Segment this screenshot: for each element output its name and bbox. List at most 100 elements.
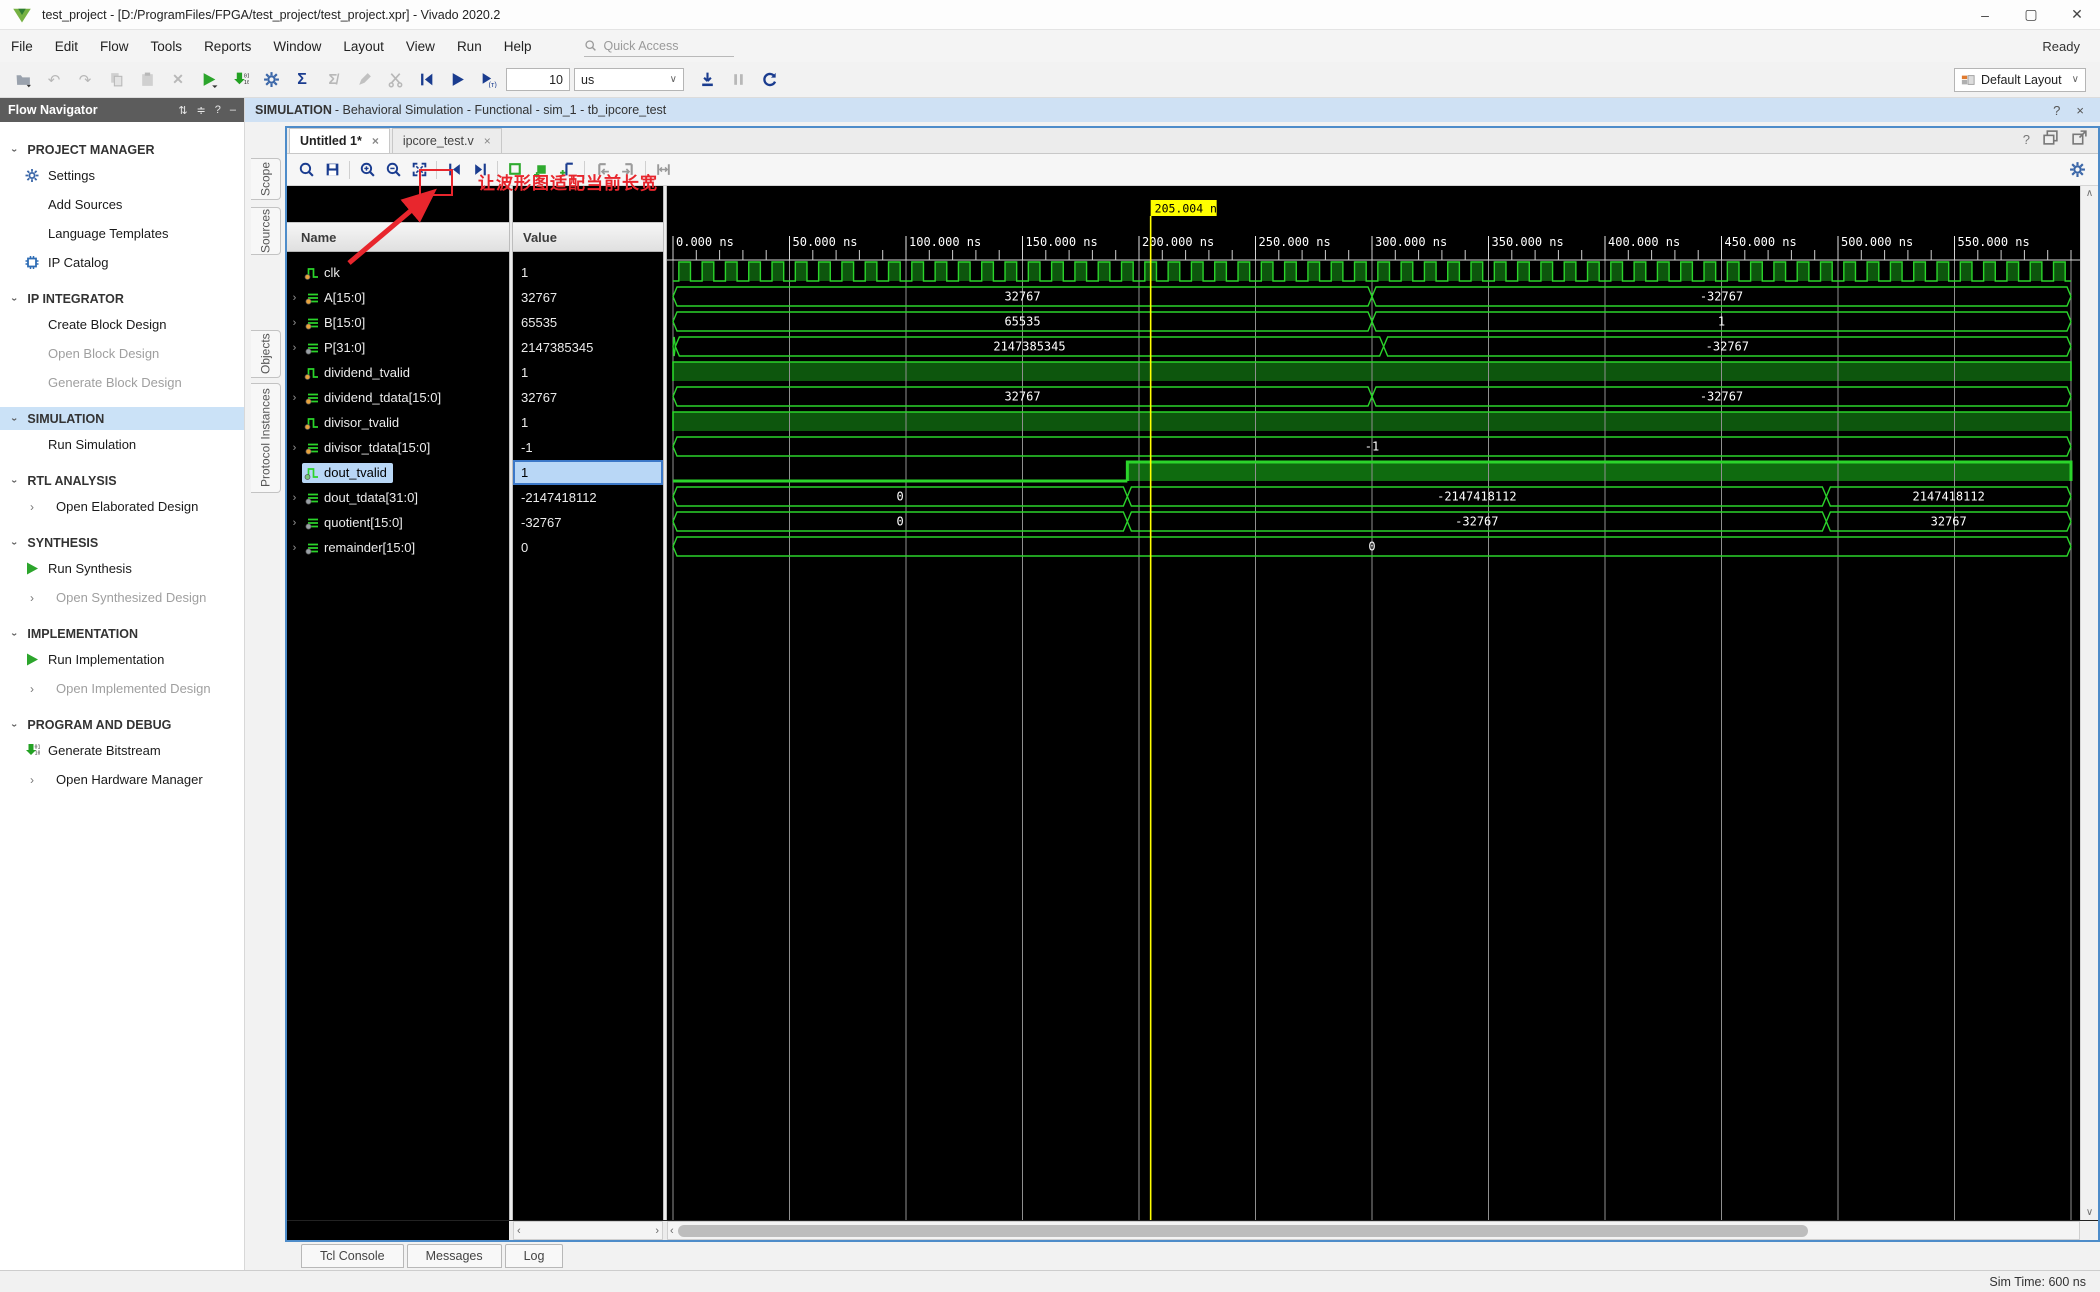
minimize-button[interactable]: – bbox=[1962, 0, 2008, 29]
side-tab-sources[interactable]: Sources bbox=[251, 207, 281, 255]
wave-tab-ipcore-test-v[interactable]: ipcore_test.v × bbox=[391, 128, 502, 153]
signal-row-p-31-0-[interactable]: › P[31:0] bbox=[287, 335, 509, 360]
signal-value-a-15-0-[interactable]: 32767 bbox=[513, 285, 663, 310]
menu-flow[interactable]: Flow bbox=[89, 30, 140, 62]
expand-chevron-icon[interactable]: › bbox=[287, 392, 302, 404]
expand-all-icon[interactable]: ≑ bbox=[197, 104, 206, 117]
menu-file[interactable]: File bbox=[0, 30, 44, 62]
minimize-panel-icon[interactable]: – bbox=[230, 104, 236, 117]
scroll-left-icon[interactable]: ‹ bbox=[517, 1225, 521, 1237]
flow-item-run-simulation[interactable]: Run Simulation bbox=[0, 430, 244, 459]
menu-window[interactable]: Window bbox=[262, 30, 332, 62]
signal-row-dividend-tvalid[interactable]: dividend_tvalid bbox=[287, 360, 509, 385]
signal-value-dout-tdata-31-0-[interactable]: -2147418112 bbox=[513, 485, 663, 510]
separator[interactable] bbox=[349, 160, 350, 179]
zoom-in-icon[interactable] bbox=[354, 158, 380, 182]
flow-section-ip-integrator[interactable]: ⌄ IP INTEGRATOR bbox=[0, 287, 244, 310]
layout-selector[interactable]: Default Layout ∨ bbox=[1954, 67, 2086, 92]
search-icon[interactable] bbox=[293, 158, 319, 182]
menu-reports[interactable]: Reports bbox=[193, 30, 262, 62]
flow-item-add-sources[interactable]: Add Sources bbox=[0, 190, 244, 219]
menu-help[interactable]: Help bbox=[493, 30, 543, 62]
flow-item-settings[interactable]: Settings bbox=[0, 161, 244, 190]
flow-section-program-and-debug[interactable]: ⌄ PROGRAM AND DEBUG bbox=[0, 713, 244, 736]
expand-chevron-icon[interactable]: › bbox=[287, 442, 302, 454]
expand-chevron-icon[interactable]: › bbox=[287, 292, 302, 304]
run-all-icon[interactable] bbox=[444, 67, 470, 93]
signal-row-dout-tvalid[interactable]: dout_tvalid bbox=[287, 460, 509, 485]
flow-section-project-manager[interactable]: ⌄ PROJECT MANAGER bbox=[0, 138, 244, 161]
wave-tab-icons[interactable]: ? bbox=[2023, 129, 2098, 153]
flow-section-synthesis[interactable]: ⌄ SYNTHESIS bbox=[0, 531, 244, 554]
expand-chevron-icon[interactable]: › bbox=[287, 542, 302, 554]
close-icon[interactable]: × bbox=[2076, 103, 2084, 118]
flow-item-open-hardware-manager[interactable]: › Open Hardware Manager bbox=[0, 765, 244, 794]
signal-row-remainder-15-0-[interactable]: › remainder[15:0] bbox=[287, 535, 509, 560]
console-tab-log[interactable]: Log bbox=[504, 1244, 564, 1268]
scrollbar-thumb[interactable] bbox=[677, 1224, 1808, 1237]
help-icon[interactable]: ? bbox=[2053, 103, 2060, 118]
expand-chevron-icon[interactable]: › bbox=[287, 342, 302, 354]
signal-value-dividend-tvalid[interactable]: 1 bbox=[513, 360, 663, 385]
signal-row-quotient-15-0-[interactable]: › quotient[15:0] bbox=[287, 510, 509, 535]
scroll-up-icon[interactable]: ∧ bbox=[2086, 188, 2093, 199]
step-icon[interactable] bbox=[694, 67, 720, 93]
signal-value-dividend-tdata-15-0-[interactable]: 32767 bbox=[513, 385, 663, 410]
signal-value-remainder-15-0-[interactable]: 0 bbox=[513, 535, 663, 560]
flow-section[interactable]: ⌄ PROJECT MANAGER Settings Add Sources Langu… bbox=[0, 138, 244, 277]
scroll-down-icon[interactable]: ∨ bbox=[2086, 1207, 2093, 1218]
side-tab-protocol-instances[interactable]: Protocol Instances bbox=[251, 383, 281, 493]
flow-section[interactable]: ⌄ RTL ANALYSIS › Open Elaborated Design bbox=[0, 469, 244, 521]
name-column-header[interactable]: Name bbox=[287, 222, 509, 252]
signal-value-clk[interactable]: 1 bbox=[513, 260, 663, 285]
wave-settings-gear-icon[interactable] bbox=[2064, 158, 2090, 182]
signal-row-clk[interactable]: clk bbox=[287, 260, 509, 285]
run-play-icon[interactable] bbox=[196, 67, 222, 93]
name-horizontal-scrollbar[interactable]: ‹ › bbox=[513, 1221, 663, 1240]
collapse-all-icon[interactable]: ⇅ bbox=[178, 104, 187, 117]
wave-tab-untitled-1-[interactable]: Untitled 1* × bbox=[289, 128, 390, 153]
run-time-input[interactable]: 10 bbox=[506, 68, 570, 91]
console-tab-tcl-console[interactable]: Tcl Console bbox=[301, 1244, 404, 1268]
expand-chevron-icon[interactable]: › bbox=[287, 492, 302, 504]
open-project-icon[interactable] bbox=[10, 67, 36, 93]
maximize-button[interactable]: ▢ bbox=[2008, 0, 2054, 29]
waveform-plot-area[interactable]: 0.000 ns 50.000 ns 100.000 ns 150.000 ns 200… bbox=[667, 186, 2080, 1220]
flow-section[interactable]: ⌄ IP INTEGRATOR Create Block Design Open Bl… bbox=[0, 287, 244, 397]
flow-section[interactable]: ⌄ SYNTHESIS Run Synthesis › Open Synthesized… bbox=[0, 531, 244, 612]
signal-value-divisor-tdata-15-0-[interactable]: -1 bbox=[513, 435, 663, 460]
flow-item-open-elaborated-design[interactable]: › Open Elaborated Design bbox=[0, 492, 244, 521]
signal-row-b-15-0-[interactable]: › B[15:0] bbox=[287, 310, 509, 335]
help-icon[interactable]: ? bbox=[2023, 132, 2030, 147]
flow-item-ip-catalog[interactable]: IP Catalog bbox=[0, 248, 244, 277]
quick-access-search[interactable]: Quick Access bbox=[584, 35, 735, 57]
flow-section[interactable]: ⌄ SIMULATION Run Simulation bbox=[0, 407, 244, 459]
close-button[interactable]: ✕ bbox=[2054, 0, 2100, 29]
flow-section[interactable]: ⌄ PROGRAM AND DEBUG 01 10 Generate Bitstream… bbox=[0, 713, 244, 794]
signal-row-divisor-tdata-15-0-[interactable]: › divisor_tdata[15:0] bbox=[287, 435, 509, 460]
signal-row-divisor-tvalid[interactable]: divisor_tvalid bbox=[287, 410, 509, 435]
flow-item-create-block-design[interactable]: Create Block Design bbox=[0, 310, 244, 339]
menu-run[interactable]: Run bbox=[446, 30, 493, 62]
flow-item-language-templates[interactable]: Language Templates bbox=[0, 219, 244, 248]
signal-row-dout-tdata-31-0-[interactable]: › dout_tdata[31:0] bbox=[287, 485, 509, 510]
wave-horizontal-scrollbar[interactable]: ‹ bbox=[667, 1221, 2080, 1240]
restart-icon[interactable] bbox=[413, 67, 439, 93]
run-time-unit-select[interactable]: us ∨ bbox=[574, 68, 684, 91]
help-icon[interactable]: ? bbox=[215, 104, 221, 117]
run-for-time-icon[interactable]: (т) bbox=[475, 67, 501, 93]
flow-item-run-implementation[interactable]: Run Implementation bbox=[0, 645, 244, 674]
flow-section-simulation[interactable]: ⌄ SIMULATION bbox=[0, 407, 244, 430]
menu-edit[interactable]: Edit bbox=[44, 30, 89, 62]
float-window-icon[interactable] bbox=[2042, 129, 2059, 149]
settings-gear-icon[interactable] bbox=[258, 67, 284, 93]
scroll-right-icon[interactable]: › bbox=[655, 1225, 659, 1237]
close-icon[interactable]: × bbox=[484, 134, 491, 148]
expand-chevron-icon[interactable]: › bbox=[287, 517, 302, 529]
scroll-left-icon[interactable]: ‹ bbox=[670, 1225, 674, 1237]
menu-view[interactable]: View bbox=[395, 30, 446, 62]
sigma-icon[interactable]: Σ bbox=[289, 67, 315, 93]
side-tab-scope[interactable]: Scope bbox=[251, 158, 281, 200]
bitstream-step-icon[interactable]: 0110 bbox=[227, 67, 253, 93]
flow-section[interactable]: ⌄ IMPLEMENTATION Run Implementation › Open I… bbox=[0, 622, 244, 703]
